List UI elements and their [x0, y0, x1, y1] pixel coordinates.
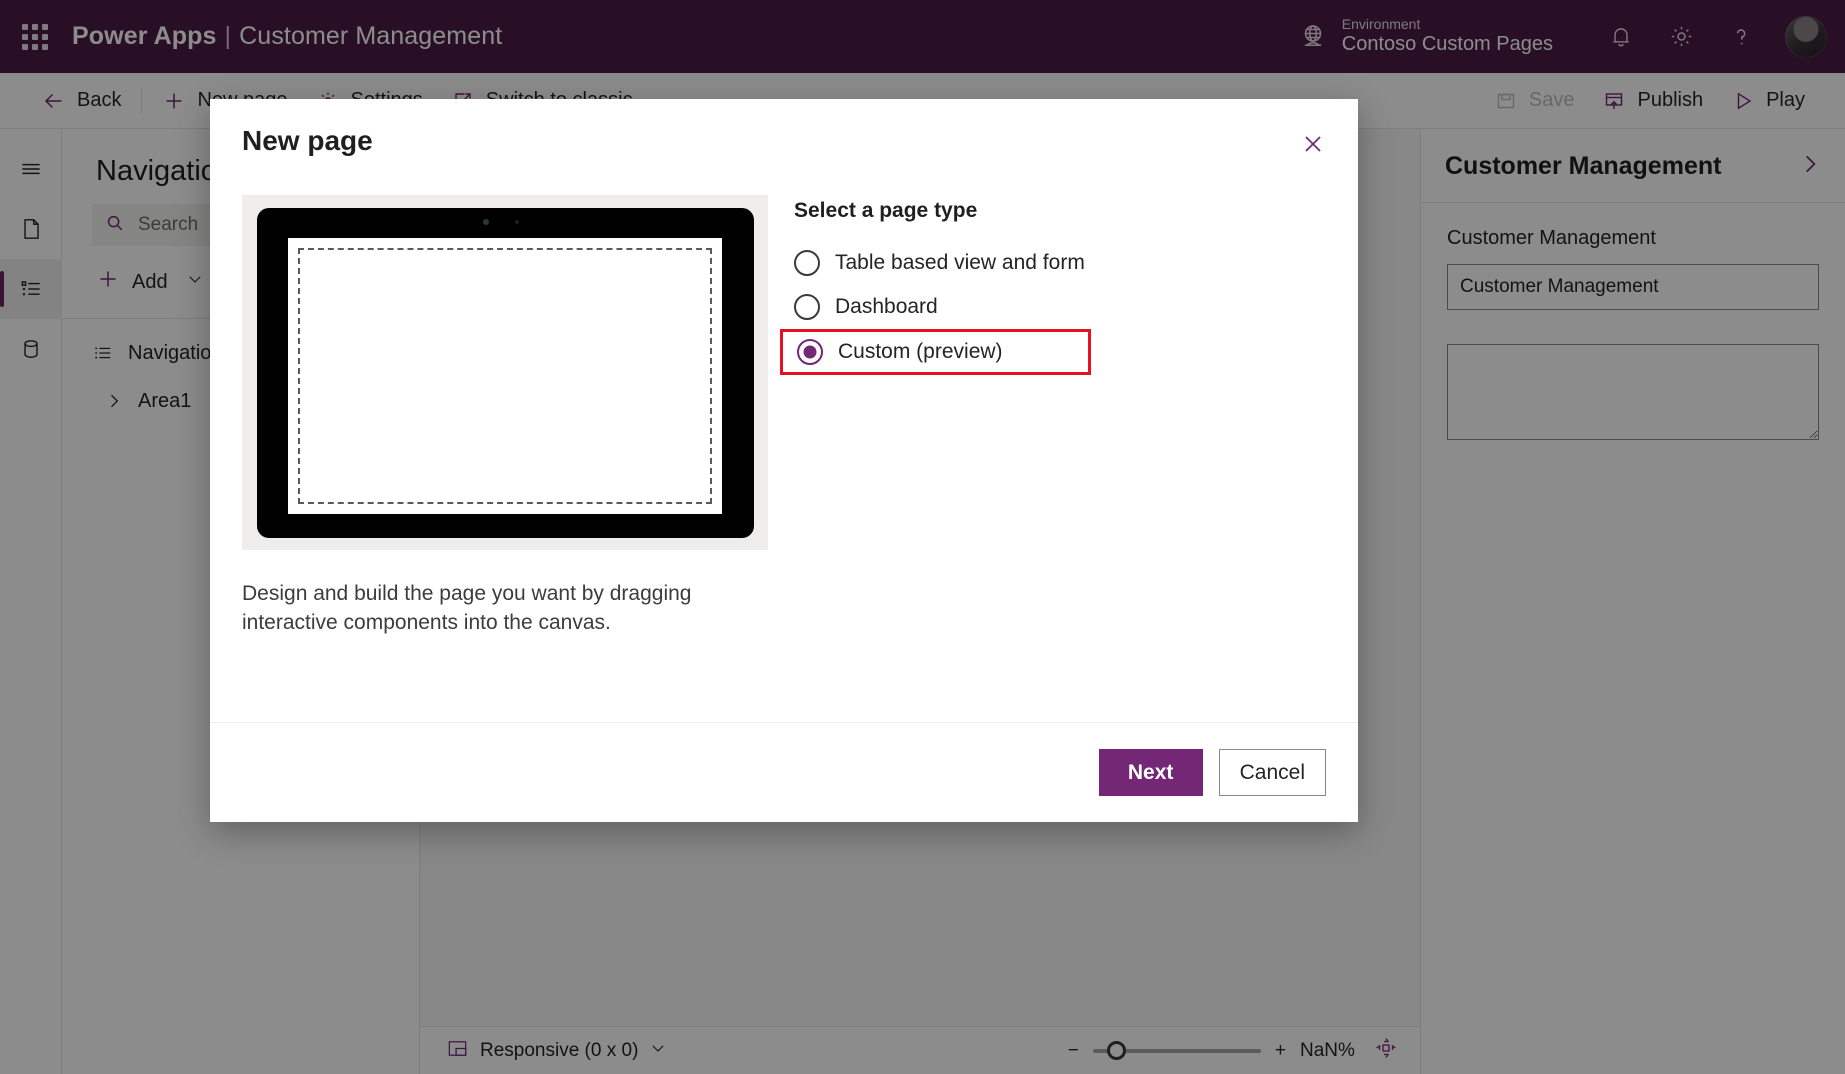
dialog-body: Design and build the page you want by dr…	[210, 163, 1358, 722]
radio-label: Dashboard	[835, 295, 938, 318]
cancel-button[interactable]: Cancel	[1218, 749, 1326, 796]
power-apps-window: Power Apps | Customer Management Environ…	[0, 0, 1845, 1074]
device-camera-icon	[483, 218, 489, 225]
page-type-description: Design and build the page you want by dr…	[242, 582, 692, 634]
radio-option-custom-preview[interactable]: Custom (preview)	[780, 329, 1091, 375]
device-canvas-outline	[298, 247, 712, 504]
options-title: Select a page type	[794, 199, 978, 222]
dialog-title: New page	[242, 125, 373, 156]
page-type-preview: Design and build the page you want by dr…	[242, 195, 768, 722]
device-screen	[288, 237, 722, 514]
page-type-options: Select a page type Table based view and …	[768, 195, 1091, 722]
new-page-dialog: New page Design and build the page you w…	[210, 99, 1358, 822]
radio-icon	[794, 250, 820, 276]
dialog-header: New page	[210, 99, 1358, 163]
device-preview-frame	[242, 195, 768, 550]
next-button[interactable]: Next	[1098, 749, 1203, 796]
radio-icon-selected	[797, 339, 823, 365]
device-illustration	[256, 207, 754, 538]
device-sensor-icon	[515, 219, 519, 224]
radio-label: Table based view and form	[835, 251, 1085, 274]
radio-icon	[794, 294, 820, 320]
radio-option-table-based-view-and-form[interactable]: Table based view and form	[788, 241, 1091, 285]
radio-option-dashboard[interactable]: Dashboard	[788, 285, 1091, 329]
dialog-footer: Next Cancel	[210, 722, 1358, 822]
radio-label: Custom (preview)	[838, 340, 1003, 363]
close-icon[interactable]	[1294, 125, 1332, 163]
